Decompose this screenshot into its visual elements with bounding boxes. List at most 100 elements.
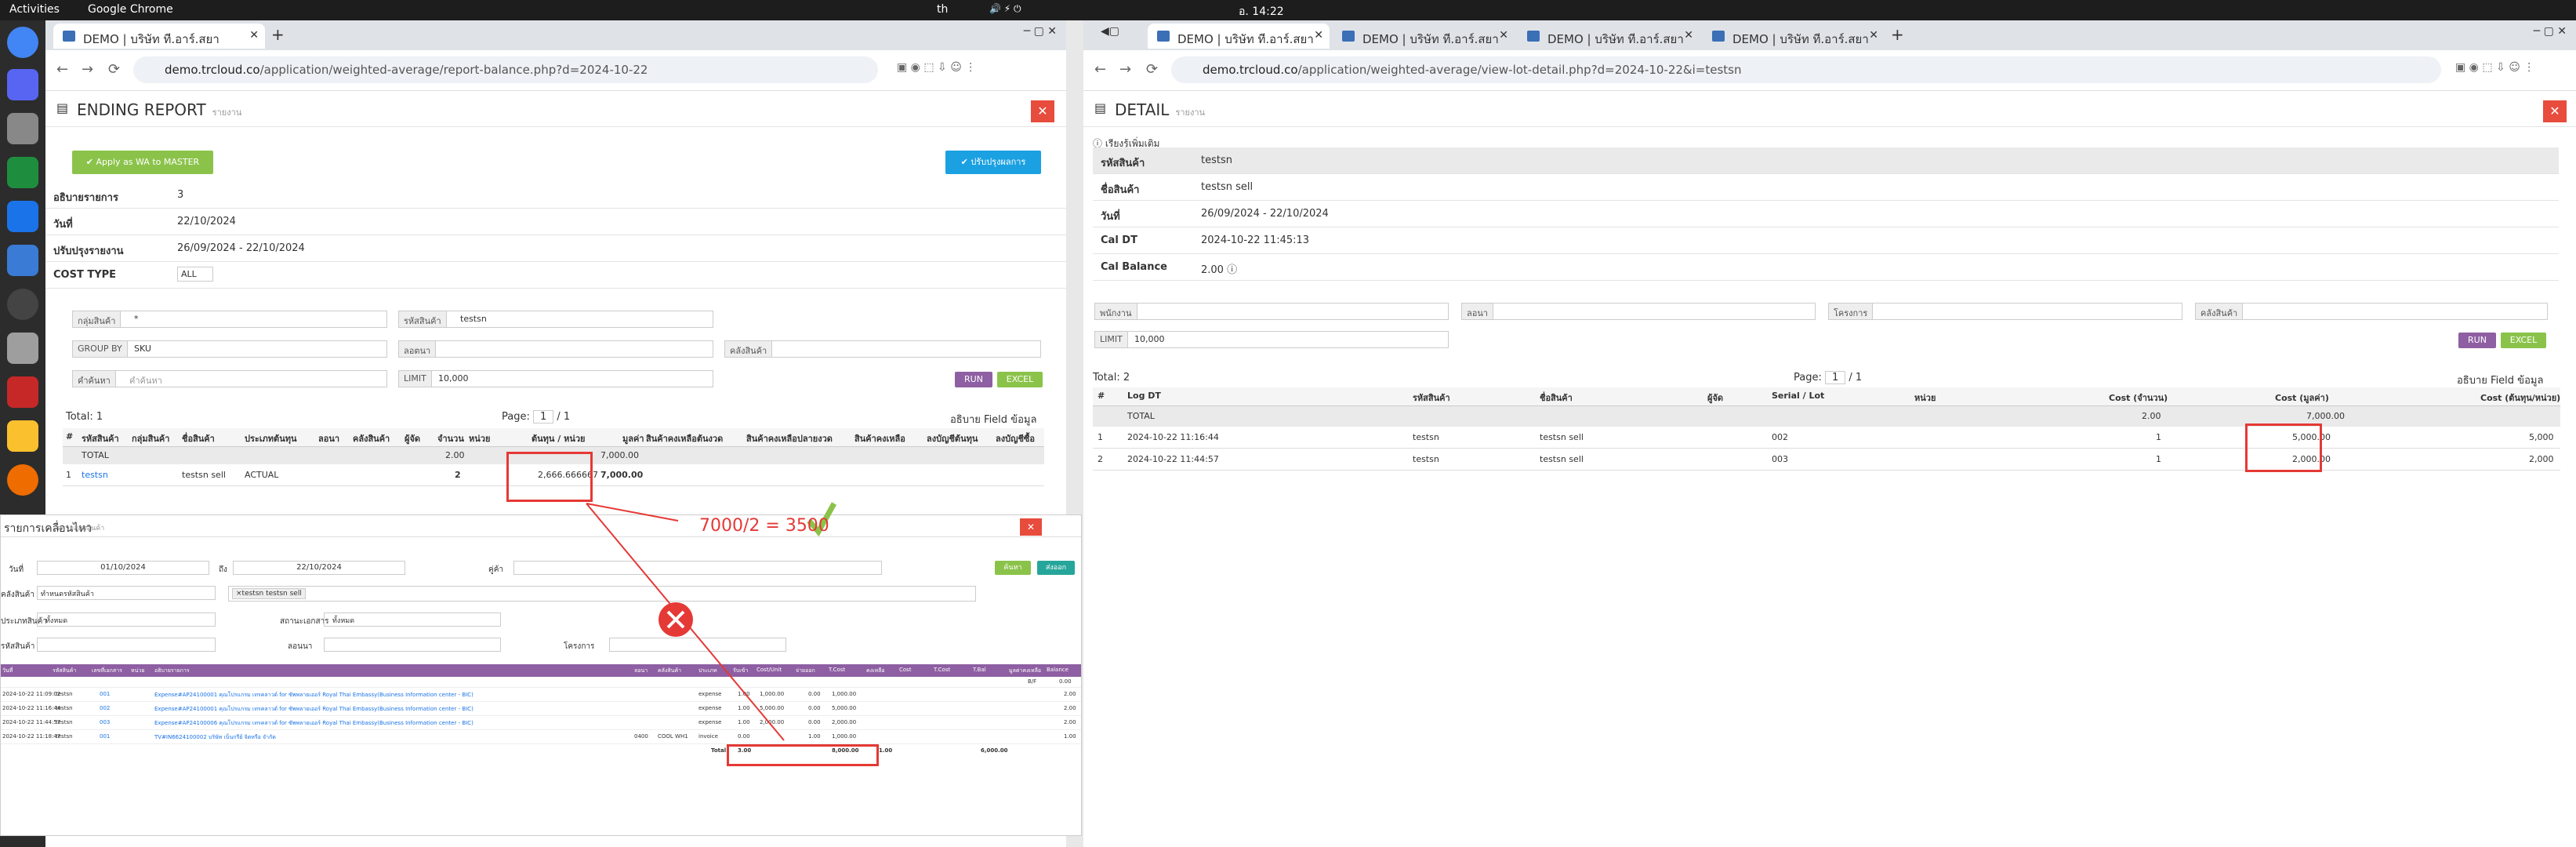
- status-select[interactable]: ทั้งหมด: [324, 613, 501, 627]
- sku-filter[interactable]: รหัสสินค้า testsn: [398, 311, 713, 328]
- sku-link[interactable]: testsn: [82, 470, 108, 480]
- tab-group-icon[interactable]: ◀▢: [1101, 25, 1119, 38]
- discord-icon[interactable]: [7, 69, 38, 100]
- document-icon[interactable]: [7, 201, 38, 232]
- lot-select[interactable]: [324, 638, 501, 652]
- tab-close-icon[interactable]: ✕: [1869, 29, 1878, 42]
- detail-fields: รหัสสินค้า testsn ชื่อสินค้า testsn sell ว…: [1093, 147, 2559, 289]
- excel-button[interactable]: EXCEL: [2501, 333, 2546, 348]
- page-select[interactable]: 1: [1825, 371, 1846, 384]
- excel-button[interactable]: EXCEL: [997, 372, 1043, 387]
- reload-icon[interactable]: ⟳: [108, 61, 120, 78]
- project-select[interactable]: [609, 638, 786, 652]
- url-path: /application/weighted-average/report-bal…: [259, 63, 648, 77]
- run-button[interactable]: RUN: [955, 372, 992, 387]
- tab[interactable]: DEMO | บริษัท ที.อาร์.สยา ✕: [1703, 24, 1885, 49]
- search-button[interactable]: ค้นหา: [995, 561, 1031, 575]
- apply-wa-button[interactable]: ✔ Apply as WA to MASTER: [72, 151, 213, 174]
- page-select[interactable]: 1: [533, 410, 554, 424]
- table-row[interactable]: 2 2024-10-22 11:44:57 testsn testsn sell…: [1093, 449, 2560, 471]
- tab-active[interactable]: DEMO | บริษัท ที.อาร์.สยา ✕: [1148, 24, 1330, 49]
- forward-icon[interactable]: →: [1119, 61, 1131, 78]
- project-filter[interactable]: โครงการ: [1828, 303, 2182, 320]
- adjust-button[interactable]: ✔ ปรับปรุงผลการ: [945, 151, 1041, 174]
- table-row[interactable]: 2024-10-22 11:09:02 testsn 001 Expense#AP24…: [1, 688, 1081, 702]
- sku-select[interactable]: [37, 638, 216, 652]
- activities-button[interactable]: Activities: [9, 3, 60, 16]
- app-red-icon[interactable]: [7, 376, 38, 408]
- window-controls[interactable]: ─ ▢ ✕: [2534, 25, 2567, 38]
- back-icon[interactable]: ←: [1094, 61, 1106, 78]
- type-select[interactable]: ทั้งหมด: [37, 613, 216, 627]
- url-field[interactable]: demo.trcloud.co/application/weighted-ave…: [133, 56, 878, 83]
- run-button[interactable]: RUN: [2458, 333, 2496, 348]
- window-controls[interactable]: ─ ▢ ✕: [1024, 25, 1057, 38]
- employee-filter[interactable]: พนักงาน: [1094, 303, 1449, 320]
- extension-icons[interactable]: ▣ ◉ ⬚ ⇩ ☺ ⋮: [897, 61, 976, 74]
- address-bar-row: ← → ⟳ demo.trcloud.co/application/weight…: [1083, 50, 2576, 91]
- tab[interactable]: DEMO | บริษัท ที.อาร์.สยา ✕: [1333, 24, 1515, 49]
- tab-close-icon[interactable]: ✕: [1499, 29, 1508, 42]
- search-filter[interactable]: คำค้นหา คำค้นหา: [72, 370, 387, 387]
- globe-icon[interactable]: [7, 289, 38, 320]
- favicon-icon: [1527, 31, 1540, 42]
- notes-icon[interactable]: [7, 420, 38, 452]
- lot-filter[interactable]: ลอตนา: [398, 340, 713, 358]
- tab[interactable]: DEMO | บริษัท ที.อาร์.สยา ✕: [1518, 24, 1700, 49]
- lot-filter[interactable]: ลอนา: [1461, 303, 1816, 320]
- groupby-select[interactable]: GROUP BY SKU: [72, 340, 387, 358]
- tab-title: DEMO | บริษัท ที.อาร์.สยา: [83, 32, 220, 46]
- close-button[interactable]: ✕: [1031, 100, 1054, 122]
- movement-table: วันที่ รหัสสินค้า เลขที่เอกสาร หน่วย อธิ…: [1, 664, 1081, 790]
- new-tab-icon[interactable]: +: [1891, 25, 1904, 44]
- spreadsheet-icon[interactable]: [7, 157, 38, 188]
- back-icon[interactable]: ←: [56, 61, 68, 78]
- system-tray-icons[interactable]: 🔊 ⚡ ⏻: [989, 3, 1021, 15]
- files-icon[interactable]: [7, 113, 38, 144]
- partner-input[interactable]: [513, 561, 882, 575]
- table-header: # รหัสสินค้า กลุ่มสินค้า ชื่อสินค้า ประเ…: [63, 428, 1044, 447]
- tab-active[interactable]: DEMO | บริษัท ที.อาร์.สยา ✕: [53, 24, 265, 49]
- table-row[interactable]: 2024-10-22 11:18:47 testsn 001 TV#IN6624100…: [1, 730, 1081, 744]
- total-row: TOTAL 2.00 7,000.00: [1093, 406, 2560, 427]
- language-indicator[interactable]: th: [937, 3, 948, 16]
- clock[interactable]: อ. 14:22: [1239, 3, 1284, 20]
- tab-close-icon[interactable]: ✕: [1684, 29, 1693, 42]
- close-button[interactable]: ✕: [2543, 100, 2567, 122]
- chrome-icon[interactable]: [7, 27, 38, 58]
- extension-icons[interactable]: ▣ ◉ ⬚ ⇩ ☺ ⋮: [2455, 61, 2534, 74]
- app-icon[interactable]: [7, 245, 38, 276]
- date-from-input[interactable]: 01/10/2024: [37, 561, 209, 575]
- table-row[interactable]: 1 2024-10-22 11:16:44 testsn testsn sell…: [1093, 427, 2560, 449]
- branch-select[interactable]: ทำหนดรหัสสินค้า: [37, 586, 216, 600]
- reload-icon[interactable]: ⟳: [1146, 61, 1158, 78]
- info-icon[interactable]: ⓘ: [1227, 264, 1237, 276]
- new-tab-icon[interactable]: +: [271, 25, 285, 44]
- cost-type-select[interactable]: ALL: [177, 267, 213, 282]
- url-field[interactable]: demo.trcloud.co/application/weighted-ave…: [1171, 56, 2441, 83]
- tab-close-icon[interactable]: ✕: [1314, 29, 1323, 42]
- group-filter[interactable]: กลุ่มสินค้า *: [72, 311, 387, 328]
- highlight-box: [506, 452, 593, 502]
- location-filter[interactable]: คลังสินค้า: [724, 340, 1041, 358]
- tab-close-icon[interactable]: ✕: [249, 29, 259, 42]
- pen-icon[interactable]: [7, 464, 38, 496]
- field-info-link[interactable]: อธิบาย Field ข้อมูล: [950, 411, 1036, 427]
- table-row[interactable]: 2024-10-22 11:16:44 testsn 002 Expense#AP24…: [1, 702, 1081, 716]
- location-filter[interactable]: คลังสินค้า: [2195, 303, 2548, 320]
- item-tag[interactable]: ×testsn testsn sell: [232, 588, 306, 599]
- field-info-link[interactable]: อธิบาย Field ข้อมูล: [2457, 372, 2543, 388]
- favicon-icon: [1342, 31, 1355, 42]
- limit-select[interactable]: LIMIT 10,000: [1094, 331, 1449, 348]
- forward-icon[interactable]: →: [82, 61, 93, 78]
- modal-header: รายการเคลื่อนไหว ตรวจสอบสินค้า ✕: [1, 515, 1081, 537]
- calculator-icon[interactable]: [7, 333, 38, 364]
- modal-close-button[interactable]: ✕: [1020, 518, 1042, 536]
- item-select[interactable]: ×testsn testsn sell: [228, 586, 976, 602]
- table-row[interactable]: 2024-10-22 11:44:57 testsn 003 Expense#AP24…: [1, 716, 1081, 730]
- export-button[interactable]: ส่งออก: [1037, 561, 1075, 575]
- date-to-input[interactable]: 22/10/2024: [233, 561, 405, 575]
- limit-select[interactable]: LIMIT 10,000: [398, 370, 713, 387]
- app-menu[interactable]: Google Chrome: [88, 3, 173, 16]
- table-header: # Log DT รหัสสินค้า ชื่อสินค้า ผู้จัด Se…: [1093, 387, 2560, 406]
